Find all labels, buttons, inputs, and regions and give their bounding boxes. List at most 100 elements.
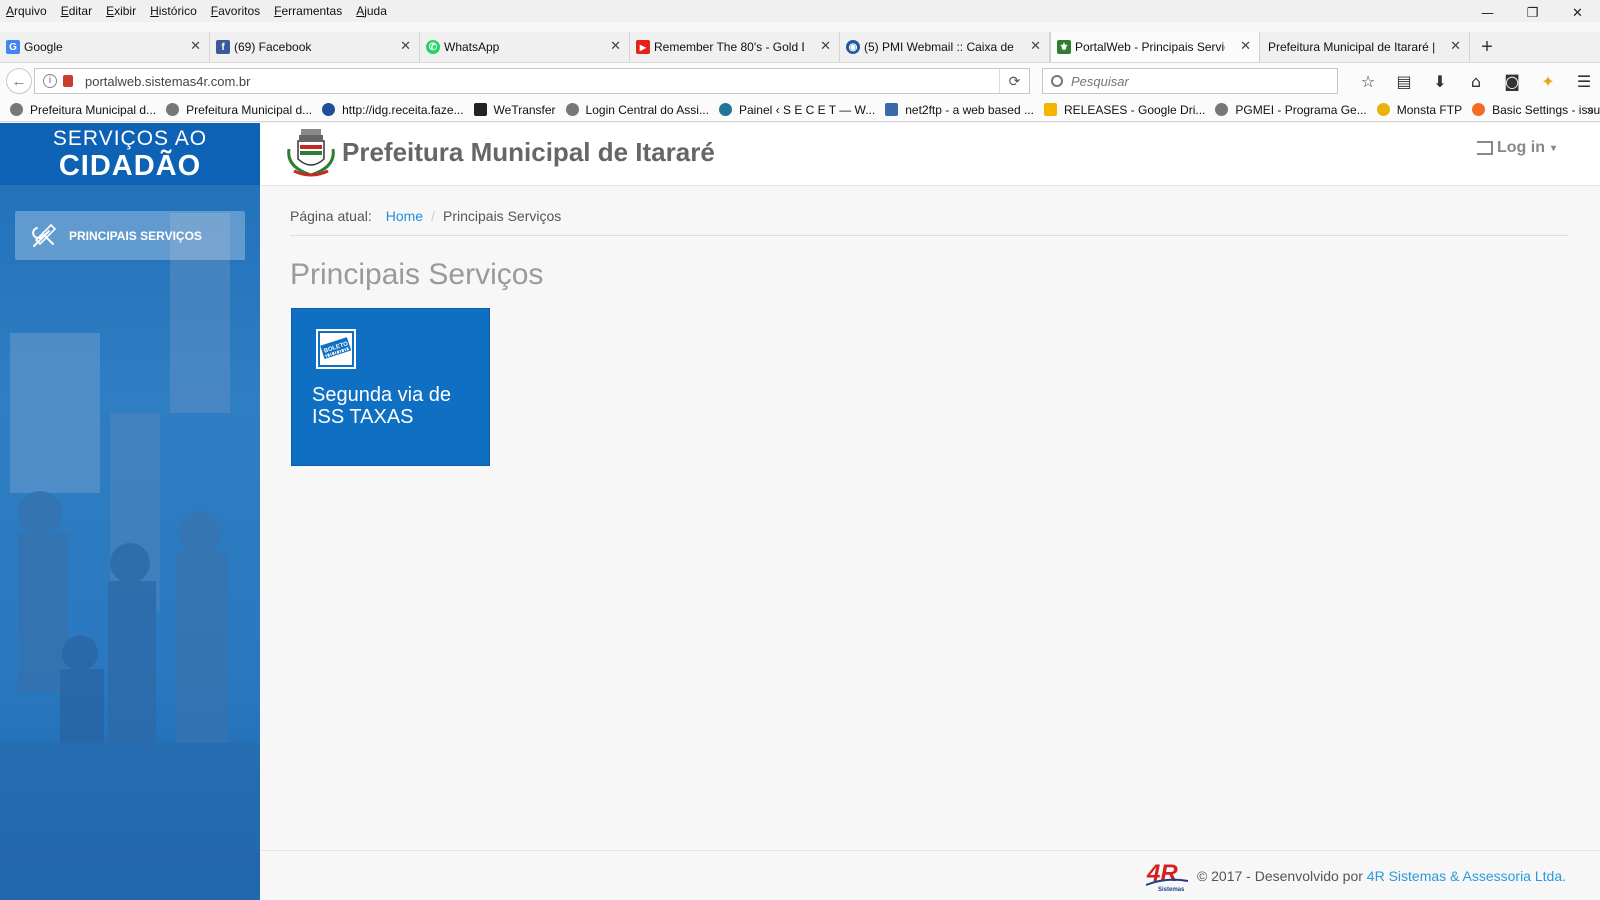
whatsapp-icon: ✆ (426, 40, 440, 54)
bookmark-item[interactable]: Login Central do Assi... (565, 103, 709, 117)
tab-title: Remember The 80's - Gold D (654, 40, 804, 54)
sidebar-item-principais-servicos[interactable]: PRINCIPAIS SERVIÇOS (15, 211, 245, 260)
bookmark-star-icon[interactable]: ☆ (1350, 69, 1386, 93)
bookmarks-bar: Prefeitura Municipal d... Prefeitura Mun… (0, 98, 1600, 122)
tab-title: (5) PMI Webmail :: Caixa de e (864, 40, 1014, 54)
tab-strip: G Google ✕ f (69) Facebook ✕ ✆ WhatsApp … (0, 32, 1600, 62)
webmail-icon: ◉ (846, 40, 860, 54)
tab-close-icon[interactable]: ✕ (610, 39, 621, 54)
breadcrumb-home-link[interactable]: Home (386, 208, 423, 235)
tab-youtube[interactable]: ▶ Remember The 80's - Gold D ✕ (630, 32, 840, 62)
bookmark-item[interactable]: WeTransfer (473, 103, 556, 117)
wrench-screwdriver-icon (32, 223, 57, 247)
page-title: Principais Serviços (290, 258, 544, 291)
tab-close-icon[interactable]: ✕ (1450, 39, 1461, 54)
tile-label: Segunda via de ISS TAXAS (312, 384, 452, 428)
search-icon (1051, 75, 1063, 87)
search-input[interactable] (1071, 73, 1321, 89)
new-tab-button[interactable]: + (1470, 32, 1504, 62)
menu-ferramentas[interactable]: Ferramentas (274, 4, 342, 18)
tab-close-icon[interactable]: ✕ (400, 39, 411, 54)
menu-arquivo[interactable]: Arquivo (6, 4, 47, 18)
home-icon[interactable]: ⌂ (1458, 69, 1494, 93)
wordpress-icon (718, 103, 732, 116)
minimize-button[interactable]: — (1465, 0, 1510, 26)
address-bar[interactable]: i portalweb.sistemas4r.com.br ⟳ (34, 68, 1030, 94)
google-icon: G (6, 40, 20, 54)
navigation-bar: ← i portalweb.sistemas4r.com.br ⟳ ☆ ▤ ⬇ … (0, 62, 1600, 98)
bookmark-item[interactable]: Painel ‹ S E C E T — W... (718, 103, 875, 117)
tab-close-icon[interactable]: ✕ (820, 39, 831, 54)
globe-icon (1215, 103, 1229, 116)
login-dropdown[interactable]: Log in ▾ (1476, 139, 1556, 157)
facebook-icon: f (216, 40, 230, 54)
4r-sistemas-logo: 4R Sistemas (1145, 860, 1189, 893)
bookmark-item[interactable]: Basic Settings - issuu (1472, 103, 1600, 117)
menu-exibir[interactable]: Exibir (106, 4, 136, 18)
globe-icon (166, 103, 180, 116)
site-title[interactable]: Prefeitura Municipal de Itararé (342, 137, 715, 168)
login-label: Log in (1496, 139, 1545, 156)
bookmark-item[interactable]: PGMEI - Programa Ge... (1215, 103, 1367, 117)
bookmark-item[interactable]: net2ftp - a web based ... (885, 103, 1034, 117)
info-icon[interactable]: i (43, 74, 57, 88)
wetransfer-icon (473, 103, 487, 116)
boleto-icon: BOLETO (316, 329, 356, 369)
sign-in-icon (1476, 141, 1493, 155)
breadcrumb-separator: / (431, 208, 435, 224)
tab-title: PortalWeb - Principais Servic (1075, 40, 1225, 54)
insecure-lock-icon (63, 75, 73, 87)
globe-icon (565, 103, 579, 116)
menu-ajuda[interactable]: Ajuda (356, 4, 387, 18)
site-header: Prefeitura Municipal de Itararé Log in ▾ (260, 123, 1600, 186)
tab-close-icon[interactable]: ✕ (1240, 39, 1251, 54)
hamburger-menu-icon[interactable]: ☰ (1566, 69, 1600, 93)
bookmark-item[interactable]: RELEASES - Google Dri... (1043, 103, 1205, 117)
company-link[interactable]: 4R Sistemas & Assessoria Ltda. (1367, 868, 1566, 884)
toolbar-icons: ☆ ▤ ⬇ ⌂ ◙ ✦ ☰ (1350, 69, 1600, 93)
tab-prefeitura[interactable]: Prefeitura Municipal de Itararé | I ✕ (1260, 32, 1470, 62)
breadcrumb-current: Principais Serviços (442, 208, 562, 224)
brand-line-1: SERVIÇOS AO (52, 127, 208, 150)
bookmark-item[interactable]: http://idg.receita.faze... (322, 103, 464, 117)
breadcrumb: Página atual: Home / Principais Serviços (290, 208, 1568, 236)
globe-icon (10, 103, 23, 116)
tab-facebook[interactable]: f (69) Facebook ✕ (210, 32, 420, 62)
tab-google[interactable]: G Google ✕ (0, 32, 210, 62)
brand-line-2: CIDADÃO (58, 150, 202, 182)
back-button[interactable]: ← (6, 68, 32, 94)
youtube-icon: ▶ (636, 40, 650, 54)
extension-icon[interactable]: ✦ (1530, 69, 1566, 93)
service-tile-segunda-via-iss[interactable]: BOLETO Segunda via de ISS TAXAS (291, 308, 490, 466)
city-crest-icon (287, 129, 335, 177)
close-window-button[interactable]: ✕ (1555, 0, 1600, 26)
brand-banner[interactable]: SERVIÇOS AO CIDADÃO (0, 123, 260, 185)
reload-button[interactable]: ⟳ (999, 69, 1029, 93)
menu-historico[interactable]: Histórico (150, 4, 197, 18)
tab-portalweb[interactable]: ⚜ PortalWeb - Principais Servic ✕ (1050, 32, 1260, 62)
receita-icon (322, 103, 336, 116)
restore-button[interactable]: ❐ (1510, 0, 1555, 26)
pocket-icon[interactable]: ◙ (1494, 69, 1530, 93)
copyright-text: © 2017 - Desenvolvido por 4R Sistemas & … (1196, 868, 1566, 884)
tab-close-icon[interactable]: ✕ (190, 39, 201, 54)
tab-whatsapp[interactable]: ✆ WhatsApp ✕ (420, 32, 630, 62)
sidebar-item-label: PRINCIPAIS SERVIÇOS (69, 228, 202, 243)
tab-close-icon[interactable]: ✕ (1030, 39, 1041, 54)
menu-editar[interactable]: Editar (61, 4, 92, 18)
crowd-background-image (0, 213, 260, 900)
bookmark-item[interactable]: Monsta FTP (1376, 103, 1462, 117)
url-text[interactable]: portalweb.sistemas4r.com.br (85, 74, 999, 89)
logo-subtext: Sistemas (1158, 887, 1185, 893)
reading-list-icon[interactable]: ▤ (1386, 69, 1422, 93)
bookmarks-overflow-icon[interactable]: » (1587, 102, 1594, 117)
search-box[interactable] (1042, 68, 1338, 94)
tab-webmail[interactable]: ◉ (5) PMI Webmail :: Caixa de e ✕ (840, 32, 1050, 62)
download-icon[interactable]: ⬇ (1422, 69, 1458, 93)
bookmark-item[interactable]: Prefeitura Municipal d... (166, 103, 312, 117)
bookmark-item[interactable]: Prefeitura Municipal d... (10, 103, 156, 117)
footer: 4R Sistemas © 2017 - Desenvolvido por 4R… (260, 850, 1600, 900)
crest-icon: ⚜ (1057, 40, 1071, 54)
breadcrumb-prefix: Página atual: (290, 208, 372, 224)
menu-favoritos[interactable]: Favoritos (211, 4, 260, 18)
